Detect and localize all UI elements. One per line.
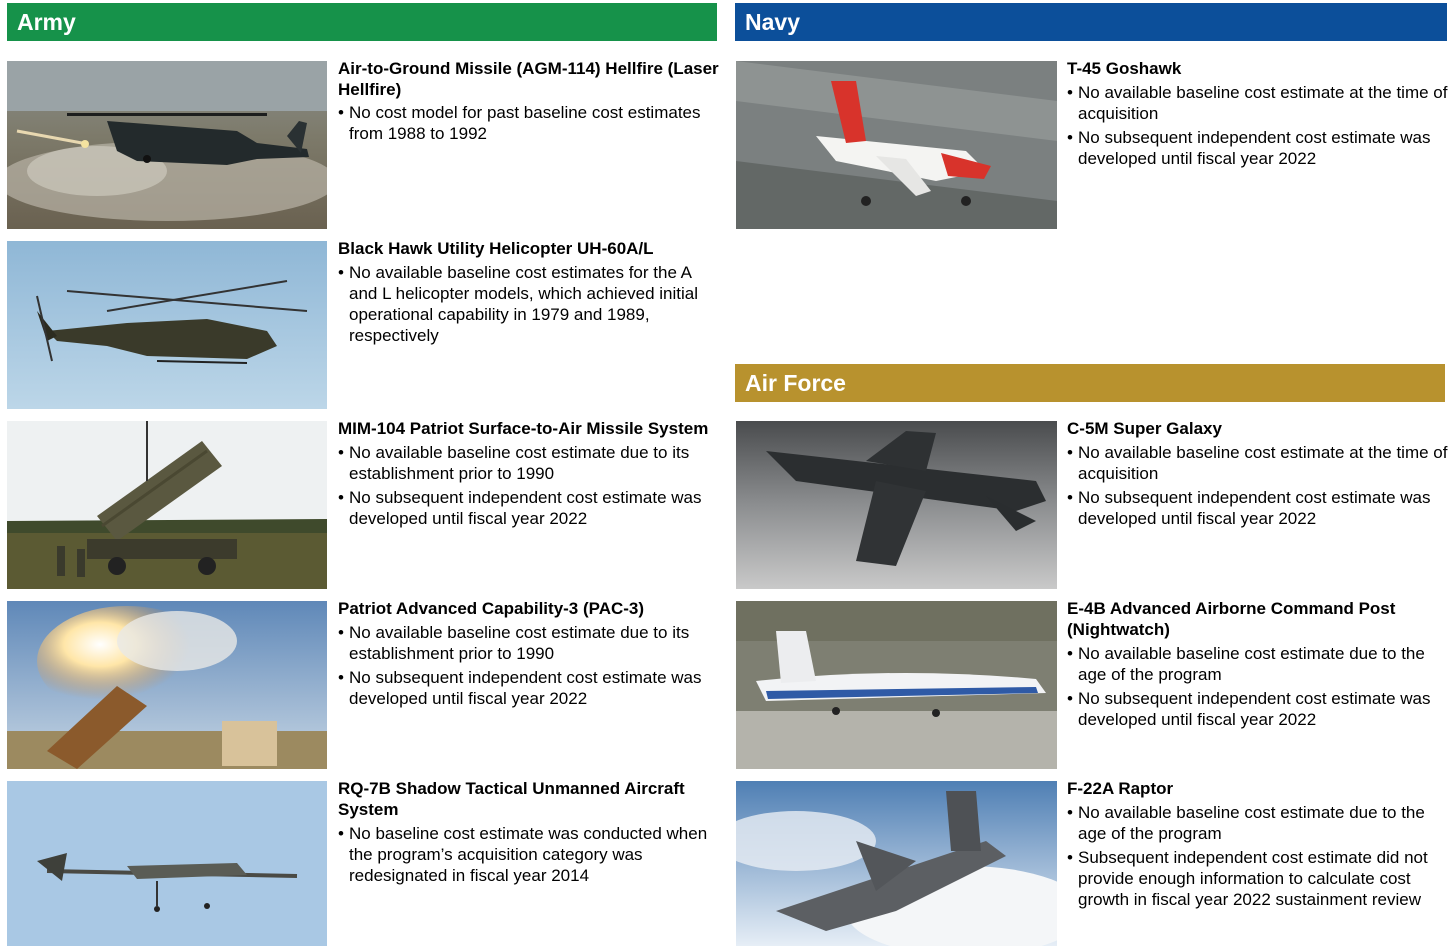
program-bullet: No subsequent independent cost estimate … — [1067, 127, 1449, 169]
program-title: Black Hawk Utility Helicopter UH-60A/L — [338, 239, 654, 258]
pac3-launch-photo — [7, 601, 327, 769]
program-bullet: No available baseline cost estimate due … — [338, 442, 720, 484]
program-bullet: No available baseline cost estimate due … — [338, 622, 720, 664]
pac3-text: Patriot Advanced Capability-3 (PAC-3) No… — [338, 598, 720, 709]
program-title: C-5M Super Galaxy — [1067, 419, 1222, 438]
program-title: Air-to-Ground Missile (AGM-114) Hellfire… — [338, 59, 719, 99]
program-bullet: No cost model for past baseline cost est… — [338, 102, 720, 144]
program-bullet: No subsequent independent cost estimate … — [338, 487, 720, 529]
program-bullet: No subsequent independent cost estimate … — [1067, 487, 1449, 529]
program-title: F-22A Raptor — [1067, 779, 1174, 798]
program-title: Patriot Advanced Capability-3 (PAC-3) — [338, 599, 645, 618]
rq7b-shadow-photo — [7, 781, 327, 946]
rq7b-text: RQ-7B Shadow Tactical Unmanned Aircraft … — [338, 778, 720, 886]
c5m-galaxy-photo — [736, 421, 1057, 589]
hellfire-text: Air-to-Ground Missile (AGM-114) Hellfire… — [338, 58, 720, 144]
program-bullet: No available baseline cost estimates for… — [338, 262, 720, 346]
program-bullet: No available baseline cost estimate due … — [1067, 643, 1449, 685]
army-section-header: Army — [7, 3, 717, 41]
c5m-text: C-5M Super Galaxy No available baseline … — [1067, 418, 1449, 529]
program-bullet: No subsequent independent cost estimate … — [338, 667, 720, 709]
program-bullet: No available baseline cost estimate at t… — [1067, 82, 1449, 124]
program-title: RQ-7B Shadow Tactical Unmanned Aircraft … — [338, 779, 685, 819]
program-bullet: Subsequent independent cost estimate did… — [1067, 847, 1449, 910]
patriot-launcher-photo — [7, 421, 327, 589]
program-title: E-4B Advanced Airborne Command Post (Nig… — [1067, 599, 1396, 639]
t45-goshawk-photo — [736, 61, 1057, 229]
black-hawk-photo — [7, 241, 327, 409]
program-bullet: No baseline cost estimate was conducted … — [338, 823, 720, 886]
program-bullet: No available baseline cost estimate at t… — [1067, 442, 1449, 484]
black-hawk-text: Black Hawk Utility Helicopter UH-60A/L N… — [338, 238, 720, 346]
program-title: MIM-104 Patriot Surface-to-Air Missile S… — [338, 419, 709, 438]
program-title: T-45 Goshawk — [1067, 59, 1182, 78]
hellfire-apache-photo — [7, 61, 327, 229]
air-force-section-header: Air Force — [735, 364, 1445, 402]
navy-section-header: Navy — [735, 3, 1447, 41]
program-bullet: No available baseline cost estimate due … — [1067, 802, 1449, 844]
f22a-text: F-22A Raptor No available baseline cost … — [1067, 778, 1449, 910]
patriot-text: MIM-104 Patriot Surface-to-Air Missile S… — [338, 418, 720, 529]
f22a-raptor-photo — [736, 781, 1057, 946]
e4b-text: E-4B Advanced Airborne Command Post (Nig… — [1067, 598, 1449, 730]
program-bullet: No subsequent independent cost estimate … — [1067, 688, 1449, 730]
t45-text: T-45 Goshawk No available baseline cost … — [1067, 58, 1449, 169]
e4b-nightwatch-photo — [736, 601, 1057, 769]
